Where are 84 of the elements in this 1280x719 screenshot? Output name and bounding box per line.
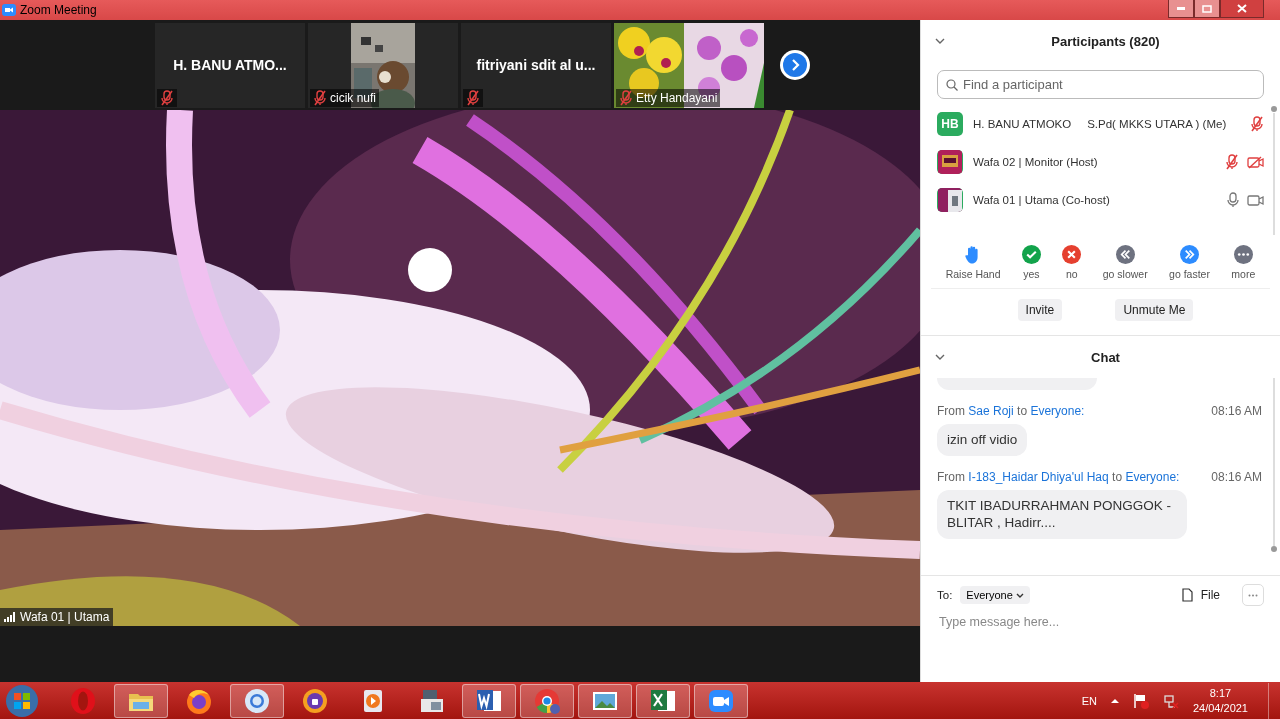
recipient-dropdown[interactable]: Everyone	[960, 586, 1030, 604]
opera-icon	[69, 686, 97, 715]
reaction-button[interactable]: yes	[1021, 245, 1041, 280]
chevron-down-icon[interactable]	[935, 354, 945, 360]
participant-tile[interactable]: H. BANU ATMO...	[155, 22, 305, 108]
participant-tile[interactable]: Etty Handayani	[614, 22, 764, 108]
participant-label: Etty Handayani	[636, 90, 718, 105]
more-icon	[1248, 593, 1258, 597]
browser-icon	[243, 686, 271, 715]
speaker-name: Wafa 01 | Utama	[20, 610, 110, 624]
sender-link[interactable]: Sae Roji	[968, 404, 1014, 418]
taskbar-app[interactable]	[520, 683, 574, 718]
file-button[interactable]: File	[1175, 587, 1226, 603]
to-label: To:	[937, 589, 953, 601]
participant-row[interactable]: HB H. BANU ATMOKO S.Pd( MKKS UTARA ) (Me)	[921, 105, 1268, 143]
taskbar-app[interactable]	[230, 683, 284, 718]
participant-tile[interactable]: fitriyani sdit al u...	[461, 22, 611, 108]
recipient-link[interactable]: Everyone:	[1125, 469, 1180, 484]
reaction-button[interactable]: Raise Hand	[945, 245, 1001, 280]
more-icon	[1233, 245, 1253, 264]
taskbar-app[interactable]	[114, 683, 168, 718]
check-icon	[1021, 245, 1041, 264]
participant-tile[interactable]: cicik nufi	[308, 22, 458, 108]
participant-row[interactable]: Wafa 02 | Monitor (Host)	[921, 143, 1268, 181]
caret-icon	[1015, 592, 1024, 598]
scrollbar[interactable]	[1271, 378, 1277, 554]
chrome-icon	[533, 686, 561, 715]
flag-icon[interactable]	[1132, 692, 1149, 709]
unmute-button[interactable]: Unmute Me	[1115, 299, 1194, 321]
message-time: 08:16 AM	[1211, 404, 1262, 418]
reaction-button[interactable]: go slower	[1102, 245, 1148, 280]
chat-bubble: TKIT IBADURRAHMAN PONGGOK - BLITAR , Hadirr....	[937, 489, 1187, 539]
maximize-button[interactable]	[1194, 0, 1220, 18]
taskbar-app[interactable]	[694, 683, 748, 718]
shield-icon	[301, 686, 329, 715]
chat-bubble: izin off vidio	[937, 424, 1028, 456]
video-camera-icon[interactable]	[1247, 193, 1264, 207]
participant-label: cicik nufi	[330, 90, 376, 105]
avatar: HB	[937, 112, 963, 136]
restore-icon	[1202, 4, 1212, 13]
search-icon	[946, 79, 958, 91]
participant-name: Wafa 02 | Monitor (Host)	[973, 156, 1099, 168]
network-icon[interactable]	[1162, 692, 1179, 709]
minimize-button[interactable]	[1168, 0, 1194, 18]
recipient-link[interactable]: Everyone:	[1030, 404, 1085, 418]
signal-icon	[4, 612, 16, 622]
participant-name: H. BANU ATMOKO S.Pd( MKKS UTARA ) (Me)	[973, 118, 1228, 130]
reaction-button[interactable]: no	[1062, 245, 1082, 280]
participant-name: H. BANU ATMO...	[173, 57, 287, 73]
minimize-icon	[1177, 7, 1185, 10]
taskbar-app[interactable]	[636, 683, 690, 718]
zoom-icon	[2, 4, 16, 16]
message-header: From Sae Roji to Everyone:	[937, 404, 1086, 418]
language-indicator[interactable]: EN	[1081, 694, 1097, 707]
chat-title: Chat	[1090, 349, 1121, 365]
caret-up-icon[interactable]	[1110, 698, 1119, 703]
cross-icon	[1062, 245, 1082, 264]
next-button[interactable]	[780, 50, 810, 80]
clock[interactable]: 8:17 24/04/2021	[1192, 685, 1248, 716]
chevron-right-icon	[783, 53, 807, 77]
chevron-down-icon[interactable]	[935, 38, 945, 44]
taskbar-app[interactable]	[578, 683, 632, 718]
message-time: 08:16 AM	[1211, 469, 1262, 484]
reaction-button[interactable]: go faster	[1169, 245, 1210, 280]
mic-icon[interactable]	[1227, 192, 1239, 208]
window-title: Zoom Meeting	[20, 3, 98, 17]
participants-title: Participants (820)	[1050, 33, 1161, 49]
participant-name: Wafa 01 | Utama (Co-host)	[973, 194, 1111, 206]
video-off-icon[interactable]	[1247, 155, 1264, 169]
file-icon	[1181, 588, 1193, 602]
participant-row[interactable]: Wafa 01 | Utama (Co-host)	[921, 181, 1268, 219]
participant-name: fitriyani sdit al u...	[476, 57, 596, 73]
rewind-icon	[1115, 245, 1135, 264]
close-button[interactable]	[1220, 0, 1264, 18]
fast-forward-icon	[1180, 245, 1199, 264]
windows-logo-icon	[5, 683, 39, 718]
sender-link[interactable]: I-183_Haidar Dhiya'ul Haq	[968, 469, 1109, 484]
scrollbar[interactable]	[1271, 105, 1277, 235]
reaction-button[interactable]: more	[1231, 245, 1256, 280]
invite-button[interactable]: Invite	[1017, 299, 1063, 321]
message-header: From I-183_Haidar Dhiya'ul Haq to Everyone:	[937, 469, 1181, 484]
close-icon	[1237, 4, 1247, 13]
taskbar-app[interactable]	[462, 683, 516, 718]
search-field[interactable]: Find a participant	[937, 70, 1264, 99]
